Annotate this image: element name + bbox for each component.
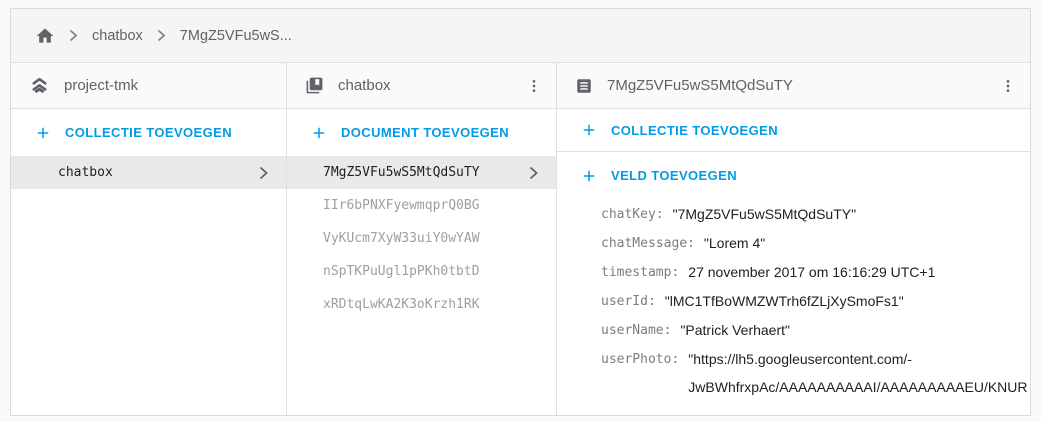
more-vert-icon[interactable] [996, 74, 1020, 98]
document-list-item[interactable]: 7MgZ5VFu5wS5MtQdSuTY [287, 156, 556, 189]
add-collection-button[interactable]: COLLECTIE TOEVOEGEN [11, 109, 286, 156]
field-value: "7MgZ5VFu5wS5MtQdSuTY" [673, 200, 856, 229]
field-list: chatKey "7MgZ5VFu5wS5MtQdSuTY" chatMessa… [557, 199, 1030, 401]
root-column-header: project-tmk [11, 63, 286, 109]
field-value: "Lorem 4" [704, 229, 765, 258]
field-name: userId [601, 287, 656, 316]
field-name: chatMessage [601, 229, 695, 258]
breadcrumb-item-document[interactable]: 7MgZ5VFu5wS... [180, 28, 292, 44]
field-name: userName [601, 316, 671, 345]
add-document-button[interactable]: DOCUMENT TOEVOEGEN [287, 109, 556, 156]
breadcrumb: chatbox 7MgZ5VFu5wS... [11, 9, 1030, 63]
firestore-data-panel: chatbox 7MgZ5VFu5wS... project-tmk COLLE… [10, 8, 1031, 416]
chevron-right-icon [529, 166, 538, 180]
field-row[interactable]: chatMessage "Lorem 4" [601, 229, 1030, 258]
add-field-button[interactable]: VELD TOEVOEGEN [557, 152, 1030, 199]
collections-bookmark-icon [305, 76, 324, 95]
breadcrumb-separator-icon [157, 29, 166, 42]
field-value-line: JwBWhfrxpAc/AAAAAAAAAAI/AAAAAAAAAEU/KNUR [688, 373, 1027, 401]
field-value: "https://lh5.googleusercontent.com/- JwB… [688, 345, 1027, 401]
breadcrumb-item-collection[interactable]: chatbox [92, 28, 143, 44]
document-title: 7MgZ5VFu5wS5MtQdSuTY [607, 77, 793, 94]
column-collection: chatbox DOCUMENT TOEVOEGEN 7MgZ5VFu5wS5M… [287, 63, 557, 415]
field-value-line: "https://lh5.googleusercontent.com/- [688, 345, 1027, 373]
field-row[interactable]: timestamp 27 november 2017 om 16:16:29 U… [601, 258, 1030, 287]
document-list-item[interactable]: nSpTKPuUgl1pPKh0tbtD [287, 255, 556, 288]
plus-icon [34, 124, 52, 142]
column-document: 7MgZ5VFu5wS5MtQdSuTY COLLECTIE TOEVOEGEN… [557, 63, 1030, 415]
field-value: 27 november 2017 om 16:16:29 UTC+1 [688, 258, 935, 287]
root-title: project-tmk [64, 77, 138, 94]
field-row[interactable]: userName "Patrick Verhaert" [601, 316, 1030, 345]
field-name: chatKey [601, 200, 664, 229]
firestore-database-icon [29, 75, 50, 96]
document-list-item[interactable]: xRDtqLwKA2K3oKrzh1RK [287, 288, 556, 321]
document-list-item[interactable]: IIr6bPNXFyewmqprQ0BG [287, 189, 556, 222]
field-name: userPhoto [601, 345, 679, 374]
field-row[interactable]: chatKey "7MgZ5VFu5wS5MtQdSuTY" [601, 200, 1030, 229]
collection-list-item[interactable]: chatbox [11, 156, 286, 189]
field-row[interactable]: userId "lMC1TfBoWMZWTrh6fZLjXySmoFs1" [601, 287, 1030, 316]
more-vert-icon[interactable] [522, 74, 546, 98]
add-collection-button[interactable]: COLLECTIE TOEVOEGEN [557, 109, 1030, 152]
field-name: timestamp [601, 258, 679, 287]
chevron-right-icon [259, 166, 268, 180]
plus-icon [310, 124, 328, 142]
breadcrumb-separator-icon [69, 29, 78, 42]
document-list-item[interactable]: VyKUcm7XyW33uiY0wYAW [287, 222, 556, 255]
plus-icon [580, 121, 598, 139]
plus-icon [580, 167, 598, 185]
home-icon[interactable] [35, 26, 55, 46]
collection-column-header: chatbox [287, 63, 556, 109]
document-column-header: 7MgZ5VFu5wS5MtQdSuTY [557, 63, 1030, 109]
field-value: "lMC1TfBoWMZWTrh6fZLjXySmoFs1" [665, 287, 904, 316]
field-value: "Patrick Verhaert" [680, 316, 790, 345]
column-root: project-tmk COLLECTIE TOEVOEGEN chatbox [11, 63, 287, 415]
field-row[interactable]: userPhoto "https://lh5.googleusercontent… [601, 345, 1030, 401]
document-icon [575, 77, 593, 95]
collection-title: chatbox [338, 77, 391, 94]
